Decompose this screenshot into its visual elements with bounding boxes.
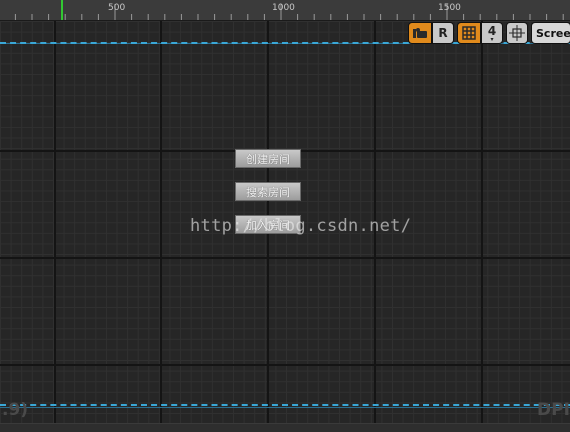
grid-icon	[462, 26, 476, 40]
dpi-label: DPI	[537, 400, 570, 420]
grid-line	[54, 21, 56, 431]
grid-line	[0, 257, 570, 259]
grid-line	[0, 364, 570, 366]
grid-size-dropdown[interactable]: 4 ▾	[481, 22, 503, 44]
reset-button[interactable]: R	[432, 22, 454, 44]
safe-zone-border	[0, 407, 570, 408]
camera-group: R	[408, 22, 454, 46]
dpi-scale-left: .9)	[2, 400, 29, 420]
ruler-label-1500: 1500	[438, 3, 461, 13]
watermark-text: http://blog.csdn.net/	[190, 216, 412, 236]
grid-snap-button[interactable]	[457, 22, 481, 44]
chevron-down-icon: ▾	[490, 36, 494, 43]
transform-button[interactable]	[506, 22, 528, 44]
screen-size-dropdown[interactable]: Screen	[531, 22, 570, 44]
grid-line	[481, 21, 483, 431]
ruler-label-500: 500	[108, 3, 126, 13]
viewport-toolbar: R 4 ▾ Screen	[408, 22, 570, 46]
grid-group: 4 ▾	[457, 22, 503, 46]
safe-zone-bottom	[0, 404, 570, 406]
camera-icon	[413, 28, 427, 38]
transform-icon	[509, 25, 525, 41]
camera-button[interactable]	[408, 22, 432, 44]
search-room-button[interactable]: 搜索房间	[235, 182, 301, 201]
ruler-label-1000: 1000	[272, 3, 295, 13]
playhead-marker	[61, 0, 63, 20]
create-room-button[interactable]: 创建房间	[235, 149, 301, 168]
grid-line	[160, 21, 162, 431]
horizontal-ruler: 500 1000 1500	[0, 0, 570, 21]
